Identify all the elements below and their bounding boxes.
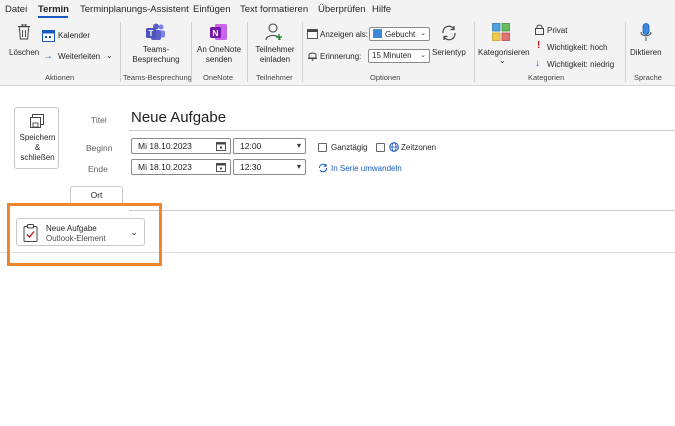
importance-low-label: Wichtigkeit: niedrig (547, 60, 615, 69)
forward-arrow-icon: → (43, 51, 53, 62)
menu-terminplanungs-assistent[interactable]: Terminplanungs-Assistent (80, 4, 189, 15)
group-label-sprache: Sprache (634, 73, 662, 82)
show-as-value: Gebucht (385, 30, 416, 39)
group-label-teams: Teams-Besprechung (123, 73, 192, 82)
private-label: Privat (547, 26, 568, 35)
trash-icon (18, 24, 30, 40)
menu-text-formatieren[interactable]: Text formatieren (240, 4, 308, 15)
title-label: Titel (91, 115, 107, 125)
invite-label-2: einladen (259, 55, 291, 64)
onenote-label-2: senden (205, 55, 233, 64)
group-separator (191, 22, 192, 82)
highlight-annotation (7, 203, 162, 266)
allday-checkbox[interactable] (318, 143, 327, 152)
busy-color-swatch (373, 29, 382, 38)
teams-meeting-label-1: Teams- (142, 45, 170, 54)
chevron-down-icon: ⌄ (420, 30, 426, 37)
recurrence-icon (442, 25, 456, 41)
timezones-checkbox[interactable] (376, 143, 385, 152)
start-time-value: 12:00 (240, 141, 262, 151)
menu-hilfe[interactable]: Hilfe (372, 4, 391, 15)
delete-label: Löschen (9, 48, 40, 57)
group-separator (247, 22, 248, 82)
menu-bar: Datei Termin Terminplanungs-Assistent Ei… (0, 0, 675, 18)
group-label-optionen: Optionen (370, 73, 401, 82)
save-and-close-button[interactable]: Speichern & schließen (14, 107, 59, 169)
end-time-field[interactable]: 12:30 ▾ (233, 159, 306, 175)
microphone-icon (640, 23, 652, 41)
calendar-picker-icon[interactable] (216, 142, 226, 151)
invite-label-1: Teilnehmer (255, 45, 295, 54)
calendar-icon (42, 30, 55, 42)
group-label-teilnehmer: Teilnehmer (256, 73, 293, 82)
start-label: Beginn (86, 143, 113, 153)
make-recurring-label: In Serie umwandeln (331, 164, 402, 173)
group-separator (625, 22, 626, 82)
exclamation-icon: ! (537, 40, 541, 51)
start-date-field[interactable]: Mi 18.10.2023 (131, 138, 231, 154)
calendar-busy-icon (307, 29, 318, 39)
menu-termin[interactable]: Termin (38, 4, 69, 15)
save-label-line2: & (34, 143, 41, 152)
onenote-label-1: An OneNote (196, 45, 242, 54)
timezones-label: Zeitzonen (401, 143, 437, 152)
reminder-value: 15 Minuten (372, 51, 412, 60)
teams-icon: T (146, 23, 165, 40)
group-label-onenote: OneNote (203, 73, 234, 82)
save-icon (30, 114, 44, 128)
globe-icon (389, 142, 399, 152)
group-separator (474, 22, 475, 82)
end-date-value: Mi 18.10.2023 (138, 162, 192, 172)
save-label-line3: schließen (20, 153, 55, 162)
teams-meeting-label-2: Besprechung (132, 55, 180, 64)
onenote-icon: N (210, 24, 227, 40)
start-date-value: Mi 18.10.2023 (138, 141, 192, 151)
group-label-aktionen: Aktionen (45, 73, 75, 82)
show-as-select[interactable]: Gebucht ⌄ (369, 27, 430, 41)
title-underline (129, 130, 675, 131)
end-date-field[interactable]: Mi 18.10.2023 (131, 159, 231, 175)
ribbon: Löschen Kalender → Weiterleiten ⌄ Aktion… (0, 18, 675, 86)
group-label-kategorien: Kategorien (528, 73, 565, 82)
save-and-close-label: Speichern & schließen (15, 133, 60, 163)
group-separator (302, 22, 303, 82)
end-time-value: 12:30 (240, 162, 262, 172)
lock-icon (535, 24, 544, 35)
show-as-label: Anzeigen als: (320, 30, 369, 39)
location-input[interactable] (129, 210, 675, 211)
reminder-select[interactable]: 15 Minuten ⌄ (368, 49, 430, 63)
forward-label: Weiterleiten (58, 52, 101, 61)
title-input[interactable]: Neue Aufgabe (131, 109, 226, 126)
svg-text:T: T (149, 29, 154, 38)
add-person-icon (265, 23, 282, 41)
dropdown-arrow-icon[interactable]: ▾ (297, 162, 301, 171)
calendar-picker-icon[interactable] (216, 163, 226, 172)
chevron-down-icon: ⌄ (106, 51, 113, 60)
chevron-down-icon: ⌄ (420, 52, 426, 59)
menu-ueberpruefen[interactable]: Überprüfen (318, 4, 366, 15)
chevron-down-icon: ⌄ (499, 56, 506, 65)
arrow-down-icon: ↓ (535, 58, 540, 69)
dropdown-arrow-icon[interactable]: ▾ (297, 141, 301, 150)
categorize-icon (492, 23, 510, 41)
start-time-field[interactable]: 12:00 ▾ (233, 138, 306, 154)
group-separator (120, 22, 121, 82)
importance-high-label: Wichtigkeit: hoch (547, 43, 608, 52)
recurrence-label: Serientyp (432, 48, 466, 57)
allday-label: Ganztägig (331, 143, 368, 152)
bell-icon (308, 52, 317, 61)
svg-text:N: N (212, 28, 218, 38)
menu-datei[interactable]: Datei (5, 4, 27, 15)
end-label: Ende (88, 164, 108, 174)
calendar-label: Kalender (58, 31, 91, 40)
recurrence-icon (319, 163, 327, 173)
menu-einfuegen[interactable]: Einfügen (193, 4, 231, 15)
dictate-label: Diktieren (630, 48, 662, 57)
reminder-label: Erinnerung: (320, 52, 362, 61)
save-label-line1: Speichern (19, 133, 56, 142)
